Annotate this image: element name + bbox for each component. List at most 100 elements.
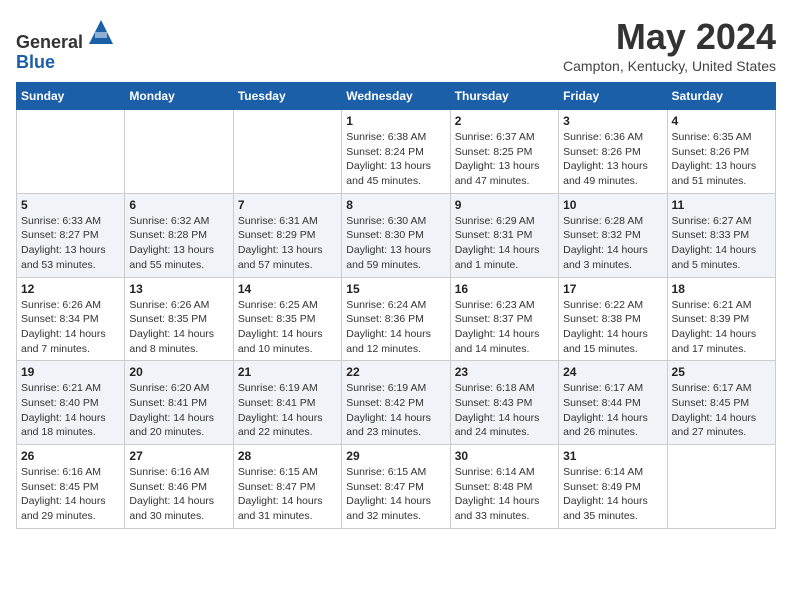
day-number: 2 bbox=[455, 114, 554, 128]
day-info: Sunrise: 6:17 AM Sunset: 8:45 PM Dayligh… bbox=[672, 381, 771, 440]
day-number: 30 bbox=[455, 449, 554, 463]
weekday-header-friday: Friday bbox=[559, 83, 667, 110]
calendar-cell bbox=[233, 110, 341, 194]
calendar-cell: 5Sunrise: 6:33 AM Sunset: 8:27 PM Daylig… bbox=[17, 193, 125, 277]
day-number: 9 bbox=[455, 198, 554, 212]
calendar-cell: 21Sunrise: 6:19 AM Sunset: 8:41 PM Dayli… bbox=[233, 361, 341, 445]
day-number: 15 bbox=[346, 282, 445, 296]
day-info: Sunrise: 6:23 AM Sunset: 8:37 PM Dayligh… bbox=[455, 298, 554, 357]
location: Campton, Kentucky, United States bbox=[563, 58, 776, 74]
calendar-cell: 18 Sunrise: 6:21 AM Sunset: 8:39 PM Dayli… bbox=[667, 277, 775, 361]
day-number: 11 bbox=[672, 198, 771, 212]
day-number: 10 bbox=[563, 198, 662, 212]
day-number: 5 bbox=[21, 198, 120, 212]
day-info: Sunrise: 6:22 AM Sunset: 8:38 PM Dayligh… bbox=[563, 298, 662, 357]
page-header: General Blue May 2024 Campton, Kentucky,… bbox=[16, 16, 776, 74]
day-info: Sunrise: 6:29 AM Sunset: 8:31 PM Dayligh… bbox=[455, 214, 554, 273]
day-number: 23 bbox=[455, 365, 554, 379]
logo-general: General bbox=[16, 32, 83, 52]
calendar-cell: 29Sunrise: 6:15 AM Sunset: 8:47 PM Dayli… bbox=[342, 445, 450, 529]
day-number: 31 bbox=[563, 449, 662, 463]
calendar-cell: 9 Sunrise: 6:29 AM Sunset: 8:31 PM Daylig… bbox=[450, 193, 558, 277]
day-info: Sunrise: 6:27 AM Sunset: 8:33 PM Dayligh… bbox=[672, 214, 771, 273]
day-number: 18 bbox=[672, 282, 771, 296]
calendar-cell: 16 Sunrise: 6:23 AM Sunset: 8:37 PM Dayli… bbox=[450, 277, 558, 361]
day-info: Sunrise: 6:25 AM Sunset: 8:35 PM Dayligh… bbox=[238, 298, 337, 357]
day-info: Sunrise: 6:35 AM Sunset: 8:26 PM Dayligh… bbox=[672, 130, 771, 189]
calendar-cell: 19 Sunrise: 6:21 AM Sunset: 8:40 PM Dayli… bbox=[17, 361, 125, 445]
calendar-cell: 14Sunrise: 6:25 AM Sunset: 8:35 PM Dayli… bbox=[233, 277, 341, 361]
calendar-cell: 10 Sunrise: 6:28 AM Sunset: 8:32 PM Dayli… bbox=[559, 193, 667, 277]
day-number: 4 bbox=[672, 114, 771, 128]
day-info: Sunrise: 6:14 AM Sunset: 8:49 PM Dayligh… bbox=[563, 465, 662, 524]
calendar-cell: 24 Sunrise: 6:17 AM Sunset: 8:44 PM Dayli… bbox=[559, 361, 667, 445]
day-info: Sunrise: 6:15 AM Sunset: 8:47 PM Dayligh… bbox=[346, 465, 445, 524]
weekday-header-row: SundayMondayTuesdayWednesdayThursdayFrid… bbox=[17, 83, 776, 110]
calendar-cell: 8 Sunrise: 6:30 AM Sunset: 8:30 PM Daylig… bbox=[342, 193, 450, 277]
day-info: Sunrise: 6:36 AM Sunset: 8:26 PM Dayligh… bbox=[563, 130, 662, 189]
week-row-4: 19 Sunrise: 6:21 AM Sunset: 8:40 PM Dayli… bbox=[17, 361, 776, 445]
calendar-cell: 25 Sunrise: 6:17 AM Sunset: 8:45 PM Dayli… bbox=[667, 361, 775, 445]
weekday-header-sunday: Sunday bbox=[17, 83, 125, 110]
week-row-1: 1 Sunrise: 6:38 AM Sunset: 8:24 PM Daylig… bbox=[17, 110, 776, 194]
day-info: Sunrise: 6:18 AM Sunset: 8:43 PM Dayligh… bbox=[455, 381, 554, 440]
day-number: 17 bbox=[563, 282, 662, 296]
calendar-cell: 30 Sunrise: 6:14 AM Sunset: 8:48 PM Dayli… bbox=[450, 445, 558, 529]
calendar-cell: 11 Sunrise: 6:27 AM Sunset: 8:33 PM Dayli… bbox=[667, 193, 775, 277]
day-number: 27 bbox=[129, 449, 228, 463]
calendar-cell: 26Sunrise: 6:16 AM Sunset: 8:45 PM Dayli… bbox=[17, 445, 125, 529]
day-info: Sunrise: 6:38 AM Sunset: 8:24 PM Dayligh… bbox=[346, 130, 445, 189]
calendar-cell: 4 Sunrise: 6:35 AM Sunset: 8:26 PM Daylig… bbox=[667, 110, 775, 194]
day-number: 21 bbox=[238, 365, 337, 379]
day-number: 13 bbox=[129, 282, 228, 296]
calendar-cell: 23 Sunrise: 6:18 AM Sunset: 8:43 PM Dayli… bbox=[450, 361, 558, 445]
day-info: Sunrise: 6:19 AM Sunset: 8:42 PM Dayligh… bbox=[346, 381, 445, 440]
calendar-table: SundayMondayTuesdayWednesdayThursdayFrid… bbox=[16, 82, 776, 529]
calendar-cell: 28Sunrise: 6:15 AM Sunset: 8:47 PM Dayli… bbox=[233, 445, 341, 529]
logo-blue: Blue bbox=[16, 52, 55, 72]
day-info: Sunrise: 6:20 AM Sunset: 8:41 PM Dayligh… bbox=[129, 381, 228, 440]
calendar-cell: 12 Sunrise: 6:26 AM Sunset: 8:34 PM Dayli… bbox=[17, 277, 125, 361]
calendar-cell: 6Sunrise: 6:32 AM Sunset: 8:28 PM Daylig… bbox=[125, 193, 233, 277]
day-info: Sunrise: 6:32 AM Sunset: 8:28 PM Dayligh… bbox=[129, 214, 228, 273]
day-number: 26 bbox=[21, 449, 120, 463]
calendar-cell bbox=[125, 110, 233, 194]
logo-icon bbox=[85, 16, 117, 48]
day-number: 3 bbox=[563, 114, 662, 128]
weekday-header-saturday: Saturday bbox=[667, 83, 775, 110]
calendar-cell: 27 Sunrise: 6:16 AM Sunset: 8:46 PM Dayli… bbox=[125, 445, 233, 529]
calendar-cell: 2 Sunrise: 6:37 AM Sunset: 8:25 PM Daylig… bbox=[450, 110, 558, 194]
day-number: 24 bbox=[563, 365, 662, 379]
day-info: Sunrise: 6:16 AM Sunset: 8:46 PM Dayligh… bbox=[129, 465, 228, 524]
calendar-cell: 17 Sunrise: 6:22 AM Sunset: 8:38 PM Dayli… bbox=[559, 277, 667, 361]
day-info: Sunrise: 6:24 AM Sunset: 8:36 PM Dayligh… bbox=[346, 298, 445, 357]
calendar-cell: 7Sunrise: 6:31 AM Sunset: 8:29 PM Daylig… bbox=[233, 193, 341, 277]
day-number: 19 bbox=[21, 365, 120, 379]
weekday-header-wednesday: Wednesday bbox=[342, 83, 450, 110]
day-number: 1 bbox=[346, 114, 445, 128]
calendar-cell: 15 Sunrise: 6:24 AM Sunset: 8:36 PM Dayli… bbox=[342, 277, 450, 361]
day-info: Sunrise: 6:28 AM Sunset: 8:32 PM Dayligh… bbox=[563, 214, 662, 273]
day-number: 7 bbox=[238, 198, 337, 212]
weekday-header-tuesday: Tuesday bbox=[233, 83, 341, 110]
day-number: 28 bbox=[238, 449, 337, 463]
day-info: Sunrise: 6:17 AM Sunset: 8:44 PM Dayligh… bbox=[563, 381, 662, 440]
week-row-3: 12 Sunrise: 6:26 AM Sunset: 8:34 PM Dayli… bbox=[17, 277, 776, 361]
day-info: Sunrise: 6:37 AM Sunset: 8:25 PM Dayligh… bbox=[455, 130, 554, 189]
day-number: 22 bbox=[346, 365, 445, 379]
day-info: Sunrise: 6:21 AM Sunset: 8:39 PM Dayligh… bbox=[672, 298, 771, 357]
day-info: Sunrise: 6:14 AM Sunset: 8:48 PM Dayligh… bbox=[455, 465, 554, 524]
calendar-cell: 1 Sunrise: 6:38 AM Sunset: 8:24 PM Daylig… bbox=[342, 110, 450, 194]
day-info: Sunrise: 6:21 AM Sunset: 8:40 PM Dayligh… bbox=[21, 381, 120, 440]
day-number: 16 bbox=[455, 282, 554, 296]
logo: General Blue bbox=[16, 16, 117, 73]
month-title: May 2024 bbox=[563, 16, 776, 58]
calendar-cell: 3 Sunrise: 6:36 AM Sunset: 8:26 PM Daylig… bbox=[559, 110, 667, 194]
calendar-cell: 22 Sunrise: 6:19 AM Sunset: 8:42 PM Dayli… bbox=[342, 361, 450, 445]
day-info: Sunrise: 6:30 AM Sunset: 8:30 PM Dayligh… bbox=[346, 214, 445, 273]
day-number: 8 bbox=[346, 198, 445, 212]
day-info: Sunrise: 6:26 AM Sunset: 8:34 PM Dayligh… bbox=[21, 298, 120, 357]
calendar-cell: 31 Sunrise: 6:14 AM Sunset: 8:49 PM Dayli… bbox=[559, 445, 667, 529]
day-number: 12 bbox=[21, 282, 120, 296]
day-number: 25 bbox=[672, 365, 771, 379]
